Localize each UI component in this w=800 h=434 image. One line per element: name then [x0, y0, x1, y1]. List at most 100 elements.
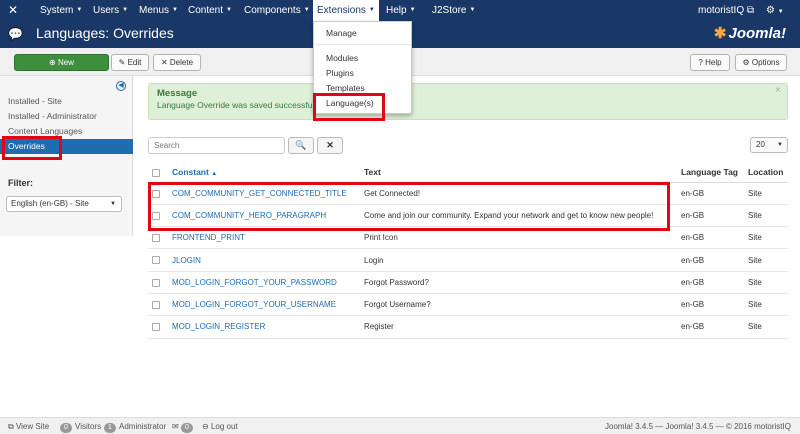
nav-help[interactable]: Help ▼	[382, 0, 420, 21]
menu-item-manage[interactable]: Manage	[326, 28, 357, 38]
nav-j2store[interactable]: J2Store ▼	[428, 0, 479, 21]
administrator-status: 1 Administrator	[104, 418, 166, 434]
minus-icon: ⊖	[202, 422, 209, 431]
sidebar-item-overrides[interactable]: Overrides	[0, 139, 133, 154]
new-button[interactable]: ⊕ New	[14, 54, 109, 71]
location-cell: Site	[744, 271, 788, 294]
joomla-menu-icon[interactable]: ✕	[6, 3, 20, 17]
table-header-row: Constant ▲ Text Language Tag Location	[148, 162, 788, 183]
menu-item-languages[interactable]: Language(s)	[326, 98, 374, 108]
delete-button-label: Delete	[169, 58, 194, 67]
row-checkbox[interactable]	[152, 234, 160, 243]
nav-components-label: Components	[244, 5, 301, 17]
text-cell: Forgot Username?	[360, 293, 677, 317]
select-all-checkbox[interactable]	[152, 168, 160, 177]
constant-link[interactable]: MOD_LOGIN_FORGOT_YOUR_USERNAME	[168, 293, 360, 317]
settings-menu[interactable]: ⚙ ▼	[766, 0, 784, 21]
constant-link[interactable]: MOD_LOGIN_REGISTER	[168, 315, 360, 339]
caret-down-icon: ▼	[368, 7, 375, 13]
text-cell: Forgot Password?	[360, 271, 677, 294]
nav-help-label: Help	[386, 5, 407, 17]
message-text: Language Override was saved successfully…	[157, 100, 323, 110]
row-checkbox[interactable]	[152, 301, 160, 310]
table-row: FRONTEND_PRINT Print Icon en-GB Site	[148, 226, 788, 250]
constant-link[interactable]: FRONTEND_PRINT	[168, 226, 360, 250]
constant-column-header[interactable]: Constant ▲	[168, 162, 360, 183]
nav-extensions[interactable]: Extensions ▼	[313, 0, 379, 21]
constant-link[interactable]: MOD_LOGIN_FORGOT_YOUR_PASSWORD	[168, 271, 360, 294]
options-button[interactable]: ⚙ Options	[735, 54, 787, 71]
message-heading: Message	[157, 88, 198, 99]
top-navbar: ✕ System ▼ Users ▼ Menus ▼ Content ▼ Compone…	[0, 0, 800, 21]
collapse-sidebar-icon[interactable]: ◀	[116, 81, 126, 91]
close-icon[interactable]: ×	[775, 85, 781, 96]
nav-content[interactable]: Content ▼	[184, 0, 236, 21]
row-checkbox[interactable]	[152, 189, 160, 198]
text-column-header: Text	[360, 162, 677, 183]
help-button-label: Help	[705, 58, 722, 67]
row-checkbox[interactable]	[152, 211, 160, 220]
table-row: COM_COMMUNITY_HERO_PARAGRAPH Come and jo…	[148, 204, 788, 228]
search-button[interactable]: 🔍	[288, 137, 314, 154]
external-link-icon: ⧉	[8, 422, 14, 431]
nav-extensions-label: Extensions	[317, 5, 366, 17]
search-input[interactable]	[148, 137, 285, 154]
table-row: JLOGIN Login en-GB Site	[148, 248, 788, 272]
caret-down-icon: ▼	[303, 7, 310, 13]
edit-button[interactable]: ✎ Edit	[111, 54, 149, 71]
language-tag-cell: en-GB	[677, 204, 744, 228]
constant-link[interactable]: COM_COMMUNITY_GET_CONNECTED_TITLE	[168, 182, 360, 205]
constant-link[interactable]: JLOGIN	[168, 248, 360, 272]
list-limit-select[interactable]: 20 ▼	[750, 137, 788, 153]
row-checkbox[interactable]	[152, 256, 160, 265]
caret-down-icon: ▼	[226, 7, 232, 13]
table-row: MOD_LOGIN_FORGOT_YOUR_PASSWORD Forgot Pa…	[148, 271, 788, 294]
menu-item-plugins[interactable]: Plugins	[326, 68, 354, 78]
user-menu[interactable]: motoristIQ ⧉	[698, 0, 754, 21]
help-button[interactable]: ? Help	[690, 54, 730, 71]
comments-icon: 💬	[8, 27, 23, 41]
logout-link[interactable]: ⊖ Log out	[202, 418, 238, 434]
list-limit-value: 20	[756, 140, 765, 149]
delete-button[interactable]: ✕ Delete	[153, 54, 201, 71]
sort-asc-icon: ▲	[211, 170, 218, 177]
caret-down-icon: ▼	[777, 142, 783, 148]
menu-divider	[315, 44, 411, 45]
sidebar-item-installed-administrator[interactable]: Installed - Administrator	[0, 109, 133, 124]
nav-components[interactable]: Components ▼	[240, 0, 314, 21]
nav-system[interactable]: System ▼	[36, 0, 86, 21]
clear-icon: ✕	[326, 140, 334, 150]
view-site-link[interactable]: ⧉ View Site	[8, 418, 49, 434]
clear-search-button[interactable]: ✕	[317, 137, 343, 154]
user-name: motoristIQ	[698, 5, 745, 16]
administrator-label: Administrator	[119, 422, 167, 431]
envelope-icon: ✉	[172, 422, 179, 431]
caret-down-icon: ▼	[409, 7, 416, 13]
row-checkbox[interactable]	[152, 278, 160, 287]
external-link-icon: ⧉	[746, 5, 755, 16]
constant-header-label: Constant	[172, 166, 209, 177]
nav-users[interactable]: Users ▼	[89, 0, 132, 21]
sidebar-item-installed-site[interactable]: Installed - Site	[0, 94, 133, 109]
row-select-cell	[148, 248, 168, 272]
language-filter-select[interactable]: English (en-GB) - Site ▼	[6, 196, 122, 212]
nav-users-label: Users	[93, 5, 120, 17]
language-filter-value: English (en-GB) - Site	[11, 199, 89, 208]
language-tag-cell: en-GB	[677, 248, 744, 272]
constant-link[interactable]: COM_COMMUNITY_HERO_PARAGRAPH	[168, 204, 360, 228]
messages-count-badge: 0	[180, 423, 193, 433]
sidebar-item-content-languages[interactable]: Content Languages	[0, 124, 133, 139]
row-checkbox[interactable]	[152, 323, 160, 332]
location-cell: Site	[744, 204, 788, 228]
messages-status[interactable]: ✉ 0	[172, 418, 196, 434]
language-tag-cell: en-GB	[677, 293, 744, 317]
menu-item-templates[interactable]: Templates	[326, 83, 365, 93]
view-site-label: View Site	[15, 422, 50, 431]
nav-menus[interactable]: Menus ▼	[135, 0, 182, 21]
sidebar: ◀ Installed - Site Installed - Administr…	[0, 76, 133, 236]
table-row: MOD_LOGIN_REGISTER Register en-GB Site	[148, 315, 788, 339]
visitors-status: 0 Visitors	[60, 418, 101, 434]
menu-item-modules[interactable]: Modules	[326, 53, 358, 63]
question-icon: ?	[698, 58, 703, 67]
logout-label: Log out	[210, 422, 238, 431]
